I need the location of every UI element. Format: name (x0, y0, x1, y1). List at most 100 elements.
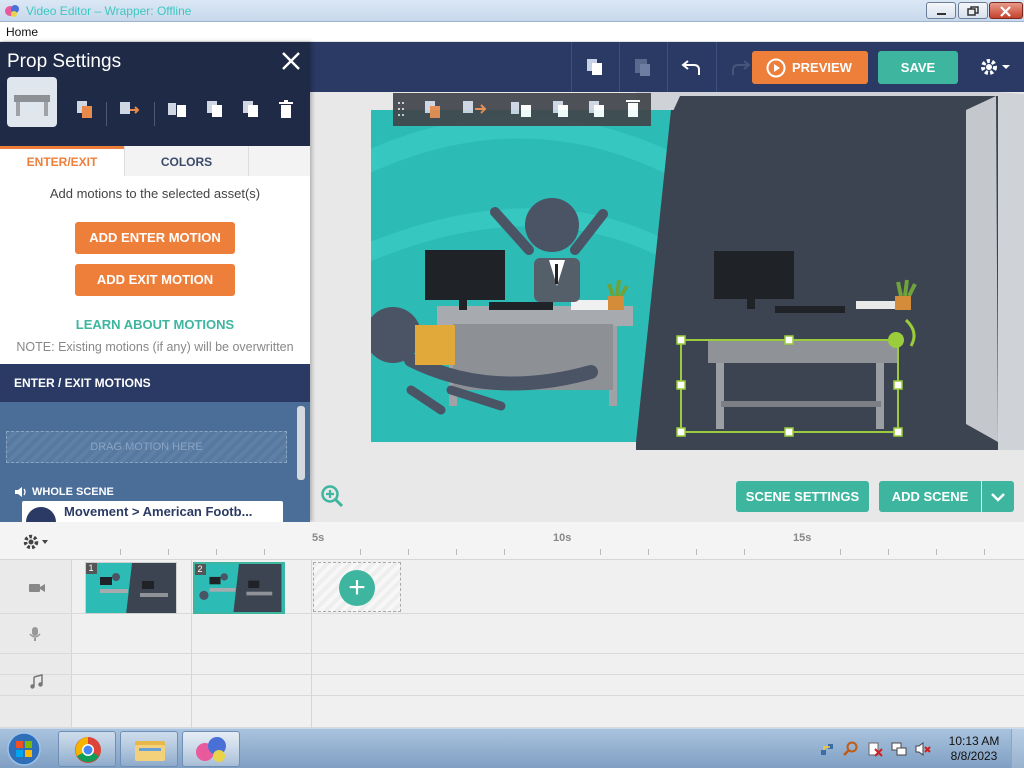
taskbar-clock[interactable]: 10:13 AM 8/8/2023 (944, 734, 1004, 764)
search-icon[interactable] (843, 741, 859, 757)
timeline-add-scene[interactable]: + (313, 562, 401, 612)
copy-icon[interactable] (553, 101, 568, 117)
panel-title: Prop Settings (7, 51, 122, 72)
timeline-scene-boundary (191, 560, 192, 728)
scene-number: 2 (195, 564, 206, 575)
motion-item[interactable]: Movement > American Footb... (22, 501, 283, 537)
header-divider (154, 102, 155, 126)
network-icon[interactable] (819, 741, 835, 757)
scene-thumbnail (196, 564, 282, 612)
show-desktop-button[interactable] (1011, 729, 1024, 768)
taskbar-video-editor[interactable] (182, 731, 240, 767)
stage-canvas[interactable] (371, 110, 963, 442)
display-icon[interactable] (891, 741, 907, 757)
add-scene-button[interactable]: ADD SCENE (879, 481, 981, 512)
chevron-down-icon (991, 493, 1005, 502)
timeline-tick (216, 549, 217, 555)
save-button[interactable]: SAVE (878, 51, 958, 84)
timeline-tick (840, 549, 841, 555)
asset-thumbnail (7, 77, 57, 127)
timeline-tick (456, 549, 457, 555)
motions-list: DRAG MOTION HERE WHOLE SCENE Movement > … (0, 402, 310, 537)
timeline-tick (120, 549, 121, 555)
camera-icon (29, 584, 45, 592)
menu-item-home[interactable]: Home (6, 25, 38, 39)
add-motion-icon[interactable] (118, 98, 140, 120)
timeline-mark-15s: 15s (793, 532, 812, 544)
timeline-scene-boundary (311, 560, 312, 728)
zoom-in-icon[interactable] (320, 484, 344, 508)
delete-icon[interactable] (275, 98, 297, 120)
delete-icon[interactable] (626, 100, 640, 117)
whole-scene-row: WHOLE SCENE (14, 486, 114, 501)
minimize-button[interactable] (926, 2, 956, 19)
gear-icon[interactable] (978, 56, 1012, 78)
minimize-icon (937, 13, 946, 15)
menu-bar: Home (0, 22, 1024, 42)
volume-muted-icon[interactable] (915, 741, 931, 757)
action-center-icon[interactable] (867, 741, 883, 757)
add-enter-motion-button[interactable]: ADD ENTER MOTION (75, 222, 235, 254)
timeline-tick (744, 549, 745, 555)
scene-thumbnail (86, 563, 176, 613)
timeline-scene-2[interactable]: 2 (193, 562, 285, 614)
add-exit-motion-button[interactable]: ADD EXIT MOTION (75, 264, 235, 296)
maximize-button[interactable] (958, 2, 988, 19)
paste-icon[interactable] (240, 98, 262, 120)
timeline-tick (408, 549, 409, 555)
motion-item-label: Movement > American Footb... (64, 504, 253, 519)
timeline-tick (168, 549, 169, 555)
timeline: 5s 10s 15s 1 2 + (0, 522, 1024, 728)
clock-date: 8/8/2023 (950, 749, 998, 763)
undo-icon[interactable] (681, 56, 703, 78)
copy-icon[interactable] (584, 56, 606, 78)
app-icon (196, 737, 226, 762)
send-back-icon[interactable] (511, 102, 531, 117)
motion-drop-zone[interactable]: DRAG MOTION HERE (6, 431, 287, 463)
scene-illustration (371, 110, 963, 442)
voice-track (0, 614, 1024, 654)
taskbar-explorer[interactable] (120, 731, 178, 767)
windows-start-icon[interactable] (4, 731, 44, 767)
add-motion-icon[interactable] (463, 101, 487, 114)
copy-icon[interactable] (204, 98, 226, 120)
scene-settings-button[interactable]: SCENE SETTINGS (736, 481, 869, 512)
toolbar-divider (667, 42, 668, 92)
gear-icon[interactable] (22, 532, 50, 552)
timeline-scene-1[interactable]: 1 (85, 562, 177, 614)
preview-button[interactable]: PREVIEW (752, 51, 868, 84)
microphone-icon (29, 627, 41, 641)
timeline-tick (984, 549, 985, 555)
timeline-tick (648, 549, 649, 555)
replace-icon[interactable] (74, 98, 96, 120)
redo-icon[interactable] (729, 56, 751, 78)
maximize-icon (967, 6, 979, 16)
timeline-tick (696, 549, 697, 555)
timeline-tick (360, 549, 361, 555)
add-scene-dropdown[interactable] (982, 481, 1014, 512)
paste-icon[interactable] (589, 101, 604, 117)
tab-enter-exit[interactable]: ENTER/EXIT (0, 146, 124, 176)
plus-icon: + (339, 570, 375, 606)
window-title: Video Editor – Wrapper: Offline (26, 4, 192, 18)
tab-colors[interactable]: COLORS (124, 146, 249, 176)
app-icon (5, 5, 19, 17)
drag-handle-icon[interactable] (398, 102, 404, 116)
motions-section-header[interactable]: ENTER / EXIT MOTIONS (0, 364, 310, 402)
close-icon[interactable] (280, 50, 302, 72)
close-icon (1000, 6, 1011, 17)
timeline-tick (888, 549, 889, 555)
overwrite-note: NOTE: Existing motions (if any) will be … (16, 340, 294, 354)
learn-about-motions-link[interactable]: LEARN ABOUT MOTIONS (0, 317, 310, 332)
paste-icon[interactable] (632, 56, 654, 78)
timeline-ruler: 5s 10s 15s (0, 522, 1024, 560)
taskbar-chrome[interactable] (58, 731, 116, 767)
send-back-icon[interactable] (166, 98, 188, 120)
whole-scene-label: WHOLE SCENE (32, 486, 114, 498)
asset-mini-toolbar (393, 93, 651, 126)
motions-scrollbar[interactable] (297, 406, 305, 480)
toolbar-divider (716, 42, 717, 92)
music-note-icon (30, 674, 43, 689)
close-button[interactable] (989, 2, 1023, 19)
replace-icon[interactable] (425, 101, 440, 118)
